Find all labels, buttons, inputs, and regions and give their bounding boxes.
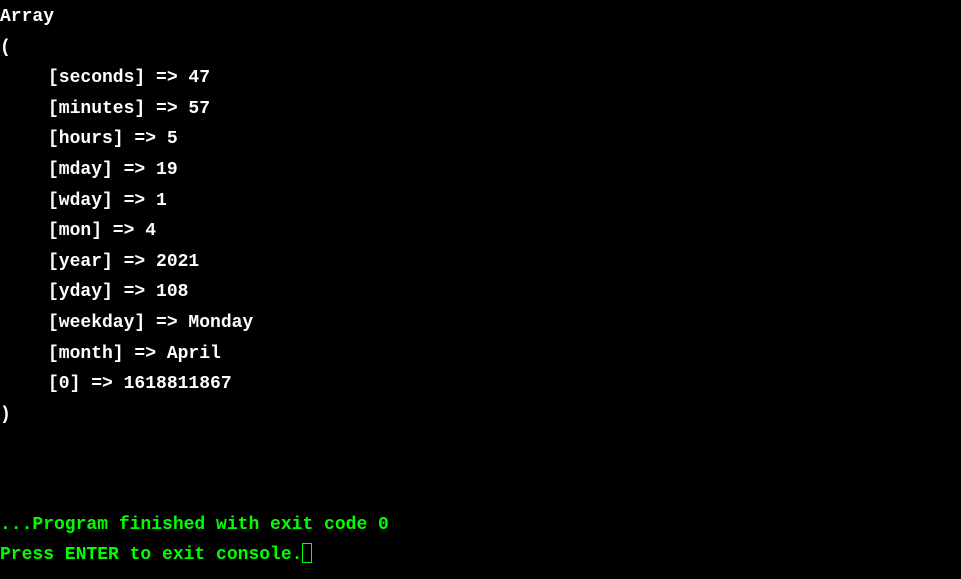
exit-code-message: ...Program finished with exit code 0 — [0, 510, 389, 541]
array-entry: [0] => 1618811867 — [0, 369, 961, 400]
console-footer: ...Program finished with exit code 0 Pre… — [0, 510, 389, 571]
close-paren: ) — [0, 400, 961, 431]
array-entry: [weekday] => Monday — [0, 308, 961, 339]
exit-prompt-line[interactable]: Press ENTER to exit console. — [0, 540, 389, 571]
array-entries: [seconds] => 47[minutes] => 57[hours] =>… — [0, 63, 961, 400]
array-entry: [month] => April — [0, 339, 961, 370]
array-entry: [year] => 2021 — [0, 247, 961, 278]
cursor-icon — [302, 543, 312, 563]
array-entry: [yday] => 108 — [0, 277, 961, 308]
array-entry: [wday] => 1 — [0, 186, 961, 217]
open-paren: ( — [0, 33, 961, 64]
array-entry: [minutes] => 57 — [0, 94, 961, 125]
array-entry: [mday] => 19 — [0, 155, 961, 186]
exit-prompt-text: Press ENTER to exit console. — [0, 545, 302, 565]
array-header: Array — [0, 2, 961, 33]
terminal-output: Array ( [seconds] => 47[minutes] => 57[h… — [0, 0, 961, 430]
array-entry: [hours] => 5 — [0, 124, 961, 155]
array-entry: [seconds] => 47 — [0, 63, 961, 94]
array-entry: [mon] => 4 — [0, 216, 961, 247]
